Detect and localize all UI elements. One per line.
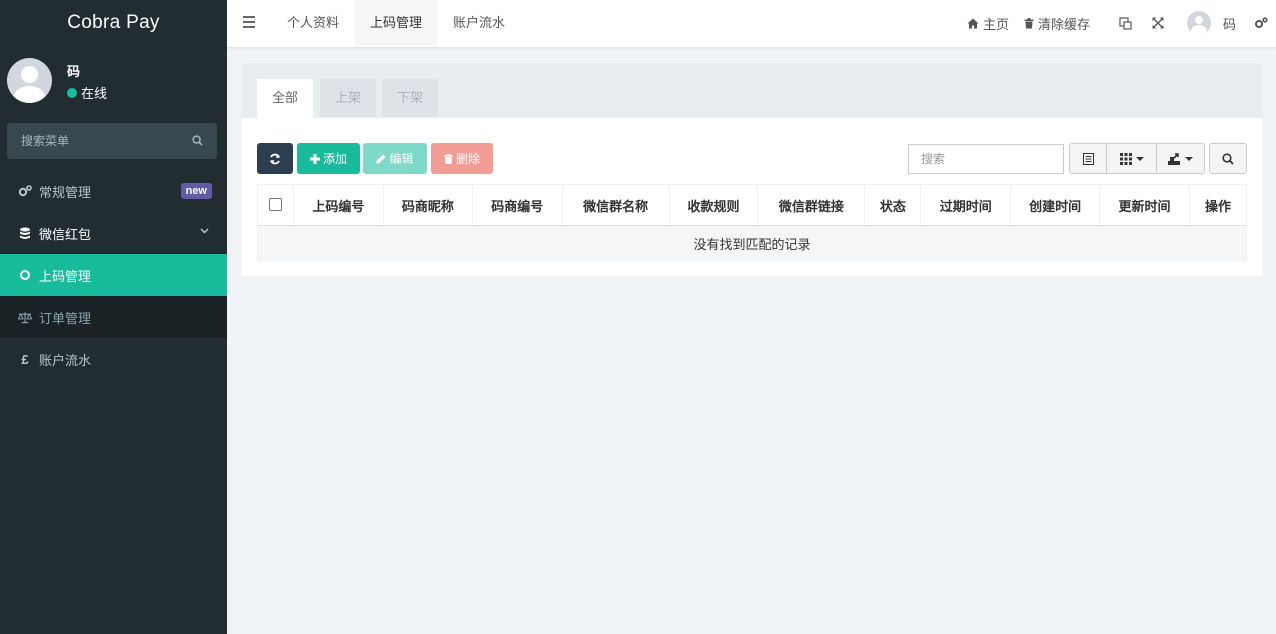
content-panel: 全部 上架 下架 添加 编辑 删除 搜索 上码编号 码商昵称 码商编号 微信群名… <box>242 63 1262 276</box>
topbar: 个人资料 上码管理 账户流水 主页 清除缓存 码 <box>227 0 1276 48</box>
user-name: 码 <box>67 64 81 79</box>
sidebar-item-label: 常规管理 <box>39 184 92 200</box>
edit-label: 编辑 <box>389 152 414 166</box>
chevron-down-icon <box>200 228 209 234</box>
sidebar-menu: 常规管理 new 微信红包 上码管理 订单管理 £ 账户流水 <box>0 170 227 380</box>
menu-toggle-icon[interactable] <box>243 16 255 28</box>
user-status-text: 在线 <box>81 86 108 101</box>
pencil-icon <box>376 154 386 164</box>
user-status: 在线 <box>67 83 107 102</box>
new-badge: new <box>180 183 212 199</box>
tab-code-upload[interactable]: 上码管理 <box>355 0 438 46</box>
refresh-icon <box>270 153 280 164</box>
home-label: 主页 <box>982 16 1009 32</box>
fullscreen-icon[interactable] <box>1152 17 1187 29</box>
caret-down-icon <box>1185 156 1193 161</box>
col-update-time[interactable]: 更新时间 <box>1099 184 1191 226</box>
tab-account-flow[interactable]: 账户流水 <box>438 0 520 46</box>
online-dot-icon <box>67 87 77 98</box>
col-wechat-group-name[interactable]: 微信群名称 <box>561 184 670 226</box>
user-panel: 码 在线 <box>0 48 227 118</box>
sidebar-item-code-upload[interactable]: 上码管理 <box>0 254 227 296</box>
col-merchant-id[interactable]: 码商编号 <box>471 184 563 226</box>
user-menu[interactable]: 码 <box>1186 11 1254 35</box>
sidebar-search-input[interactable] <box>7 123 217 159</box>
search-button[interactable] <box>1209 143 1247 174</box>
brand-logo[interactable]: Cobra Pay <box>0 0 227 48</box>
toggle-view-button[interactable] <box>1070 144 1107 173</box>
sidebar-item-label: 微信红包 <box>39 226 92 242</box>
sidebar-search <box>7 123 217 159</box>
tab-all[interactable]: 全部 <box>257 79 314 118</box>
search-icon[interactable] <box>192 135 203 146</box>
table-search <box>908 144 1064 174</box>
balance-scale-icon <box>18 310 32 324</box>
topbar-right: 主页 清除缓存 码 <box>967 0 1276 46</box>
col-expire-time[interactable]: 过期时间 <box>920 184 1012 226</box>
plus-icon <box>309 153 320 164</box>
database-icon <box>18 226 32 240</box>
table-search-input[interactable] <box>909 145 1063 173</box>
sidebar-item-wechat-redpacket[interactable]: 微信红包 <box>0 212 227 254</box>
tab-on-shelf[interactable]: 上架 <box>320 79 377 117</box>
pound-icon: £ <box>21 351 29 367</box>
tab-profile[interactable]: 个人资料 <box>272 0 354 46</box>
table-header-row: 上码编号 码商昵称 码商编号 微信群名称 收款规则 微信群链接 状态 过期时间 … <box>257 184 1247 226</box>
list-icon <box>1082 152 1094 165</box>
avatar <box>7 58 52 103</box>
export-icon <box>1168 152 1180 165</box>
grid-icon <box>1119 152 1132 165</box>
sidebar-item-label: 上码管理 <box>39 268 92 284</box>
panel-tabs: 全部 上架 下架 <box>242 63 1262 118</box>
sidebar-item-label: 订单管理 <box>39 310 92 326</box>
home-link[interactable]: 主页 <box>967 14 1024 33</box>
col-payment-rule[interactable]: 收款规则 <box>668 184 759 226</box>
data-table: 上码编号 码商昵称 码商编号 微信群名称 收款规则 微信群链接 状态 过期时间 … <box>257 184 1247 261</box>
sidebar-item-orders[interactable]: 订单管理 <box>0 296 227 338</box>
empty-message: 没有找到匹配的记录 <box>257 225 1247 261</box>
sidebar: Cobra Pay 码 在线 常规管理 new 微信红包 <box>0 0 227 634</box>
top-user-name: 码 <box>1222 16 1236 32</box>
trash-icon <box>443 153 453 164</box>
home-icon <box>967 18 979 29</box>
col-merchant-nickname[interactable]: 码商昵称 <box>382 184 473 226</box>
select-all-cell <box>257 184 294 226</box>
delete-button[interactable]: 删除 <box>431 143 493 174</box>
export-button[interactable] <box>1157 144 1204 173</box>
col-status[interactable]: 状态 <box>864 184 922 226</box>
table-row: 没有找到匹配的记录 <box>257 225 1247 261</box>
col-create-time[interactable]: 创建时间 <box>1010 184 1101 226</box>
avatar <box>1186 11 1211 35</box>
add-button[interactable]: 添加 <box>297 143 360 174</box>
columns-button[interactable] <box>1107 144 1157 173</box>
edit-button[interactable]: 编辑 <box>363 143 427 174</box>
delete-label: 删除 <box>455 152 480 166</box>
trash-icon <box>1024 17 1034 29</box>
refresh-button[interactable] <box>257 143 293 174</box>
col-wechat-group-link[interactable]: 微信群链接 <box>757 184 866 226</box>
clear-cache-label: 清除缓存 <box>1037 16 1090 32</box>
search-icon <box>1222 152 1234 165</box>
add-label: 添加 <box>322 152 347 166</box>
cogs-icon <box>18 184 32 198</box>
caret-down-icon <box>1135 156 1144 161</box>
col-code-id[interactable]: 上码编号 <box>292 184 384 226</box>
table-tools <box>1069 143 1205 174</box>
sidebar-item-label: 账户流水 <box>39 352 92 368</box>
sidebar-item-account-flow[interactable]: £ 账户流水 <box>0 338 227 380</box>
select-all-checkbox[interactable] <box>268 198 282 211</box>
tab-off-shelf[interactable]: 下架 <box>382 79 439 117</box>
translate-icon[interactable] <box>1105 16 1152 30</box>
col-actions: 操作 <box>1189 184 1247 226</box>
clear-cache-button[interactable]: 清除缓存 <box>1024 14 1105 33</box>
circle-icon <box>18 268 32 282</box>
sidebar-item-general[interactable]: 常规管理 new <box>0 170 227 212</box>
settings-icon[interactable] <box>1254 17 1276 29</box>
